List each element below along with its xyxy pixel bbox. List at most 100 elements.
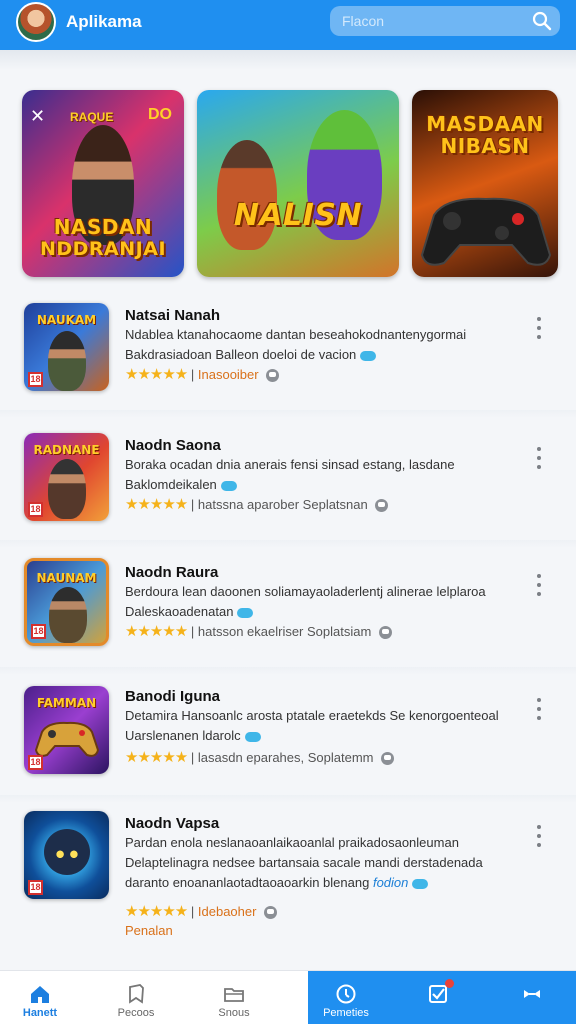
star-rating: ★★★★★	[125, 623, 188, 640]
list-item[interactable]: FAMMAN 18 Banodi Iguna Detamira Hansoanl…	[0, 678, 576, 788]
list-item[interactable]: NAUNAM 18 Naodn Raura Berdoura lean daoo…	[0, 552, 576, 662]
banner-title-line1: MASDAAN	[426, 112, 544, 136]
age-rating-badge: 18	[31, 624, 46, 639]
search-icon[interactable]	[532, 11, 552, 31]
hero-character	[49, 587, 87, 643]
app-title: Aplikama	[66, 12, 142, 31]
description-text: Pardan enola neslanaoanlaikaoanlal praik…	[125, 835, 483, 890]
info-chip	[360, 350, 377, 361]
search-input[interactable]	[342, 6, 522, 36]
bottom-navigation: Hanett Pecoos Snous Pemeties	[0, 970, 576, 1024]
list-item[interactable]: 18 Naodn Vapsa Pardan enola neslanaoanla…	[0, 805, 576, 945]
divider	[0, 410, 576, 418]
comment-icon[interactable]	[381, 752, 395, 766]
nav-label: Pemeties	[323, 1007, 369, 1019]
game-title[interactable]: Naodn Saona	[125, 437, 221, 454]
age-rating-badge: 18	[28, 502, 43, 517]
hero-character	[48, 331, 86, 391]
game-thumbnail[interactable]: RADNANE 18	[24, 433, 109, 521]
game-description: Ndablea ktanahocaome dantan beseahokodna…	[125, 325, 525, 365]
separator: |	[190, 624, 195, 639]
developer-name[interactable]: Inasooiber	[198, 367, 259, 382]
rating-row: ★★★★★ | Inasooiber	[125, 365, 280, 383]
nav-pecoos[interactable]: Pecoos	[96, 971, 176, 1024]
game-thumbnail[interactable]: NAUKAM 18	[24, 303, 109, 391]
banner-badge: RAQUE	[70, 110, 114, 124]
nav-games[interactable]	[492, 971, 572, 1024]
banner-corner-text: DO	[148, 106, 172, 123]
rating-row: ★★★★★ | Idebaoher	[125, 902, 278, 920]
info-chip	[237, 607, 254, 618]
bookmark-icon	[129, 984, 144, 1004]
comment-icon[interactable]	[375, 499, 389, 513]
description-text: Berdoura lean daoonen soliamayaoladerlen…	[125, 584, 486, 619]
gamepad-icon	[34, 721, 100, 757]
header-shadow	[0, 50, 576, 70]
hero-character	[217, 140, 277, 250]
thumbnail-label: NAUNAM	[36, 571, 97, 585]
gamepad-icon	[524, 990, 540, 998]
nav-label: Snous	[218, 1007, 250, 1019]
game-thumbnail[interactable]: NAUNAM 18	[24, 558, 109, 646]
hero-character	[48, 459, 86, 519]
app-header: Aplikama	[0, 0, 576, 50]
gamepad-icon	[420, 197, 552, 266]
game-title[interactable]: Natsai Nanah	[125, 307, 220, 324]
more-options-icon[interactable]	[531, 825, 547, 853]
game-title[interactable]: Banodi Iguna	[125, 688, 220, 705]
folder-icon	[224, 988, 244, 1002]
star-rating: ★★★★★	[125, 749, 188, 766]
description-text: Detamira Hansoanlc arosta ptatale eraete…	[125, 708, 499, 743]
star-rating: ★★★★★	[125, 496, 188, 513]
developer-name[interactable]: lasasdn eparahes, Soplatemm	[198, 750, 374, 765]
nav-tasks[interactable]	[398, 971, 478, 1024]
separator: |	[190, 750, 195, 765]
featured-banner-1[interactable]: RAQUE ✕ DO NASDAN NDDRANJAI	[22, 90, 184, 277]
divider	[0, 540, 576, 548]
age-rating-badge: 18	[28, 880, 43, 895]
rating-row: ★★★★★ | hatssna aparober Seplatsnan	[125, 495, 389, 513]
comment-icon[interactable]	[378, 626, 392, 640]
notification-badge	[445, 979, 454, 988]
crossed-swords-icon: ✕	[30, 106, 46, 126]
thumbnail-label: RADNANE	[33, 443, 100, 457]
more-options-icon[interactable]	[531, 698, 547, 726]
nav-pemeties[interactable]: Pemeties	[306, 971, 386, 1024]
search-bar[interactable]	[330, 6, 560, 36]
featured-banner-3[interactable]: MASDAAN NIBASN	[412, 90, 558, 277]
more-options-icon[interactable]	[531, 317, 547, 345]
divider	[0, 795, 576, 803]
avatar[interactable]	[16, 2, 56, 42]
game-description: Pardan enola neslanaoanlaikaoanlal praik…	[125, 833, 525, 893]
nav-snous[interactable]: Snous	[194, 971, 274, 1024]
nav-label: Pecoos	[117, 1007, 155, 1019]
more-options-icon[interactable]	[531, 447, 547, 475]
list-item[interactable]: RADNANE 18 Naodn Saona Boraka ocadan dni…	[0, 425, 576, 535]
thumbnail-label: FAMMAN	[36, 696, 97, 710]
separator: |	[190, 367, 195, 382]
game-title[interactable]: Naodn Raura	[125, 564, 218, 581]
description-link[interactable]: fodion	[373, 875, 408, 890]
info-chip	[412, 878, 429, 889]
game-description: Berdoura lean daoonen soliamayaoladerlen…	[125, 582, 525, 622]
featured-banner-2[interactable]: NALISN	[197, 90, 399, 277]
checklist-wrapper	[427, 979, 454, 1008]
rating-row: ★★★★★ | hatsson ekaelriser Soplatsiam	[125, 622, 392, 640]
comment-icon[interactable]	[266, 369, 280, 383]
game-title[interactable]: Naodn Vapsa	[125, 815, 219, 832]
developer-name[interactable]: hatsson ekaelriser Soplatsiam	[198, 624, 371, 639]
nav-home[interactable]: Hanett	[0, 971, 80, 1024]
more-options-icon[interactable]	[531, 574, 547, 602]
age-rating-badge: 18	[28, 755, 43, 770]
game-thumbnail[interactable]: 18	[24, 811, 109, 899]
comment-icon[interactable]	[264, 906, 278, 920]
banner-title-line2: NIBASN	[440, 134, 530, 158]
thumbnail-label: NAUKAM	[36, 313, 97, 327]
list-item[interactable]: NAUKAM 18 Natsai Nanah Ndablea ktanahoca…	[0, 295, 576, 405]
developer-name[interactable]: Idebaoher	[198, 904, 257, 919]
star-rating: ★★★★★	[125, 903, 188, 920]
developer-name[interactable]: hatssna aparober Seplatsnan	[198, 497, 368, 512]
game-description: Boraka ocadan dnia anerais fensi sinsad …	[125, 455, 525, 495]
description-text: Boraka ocadan dnia anerais fensi sinsad …	[125, 457, 455, 492]
game-thumbnail[interactable]: FAMMAN 18	[24, 686, 109, 774]
